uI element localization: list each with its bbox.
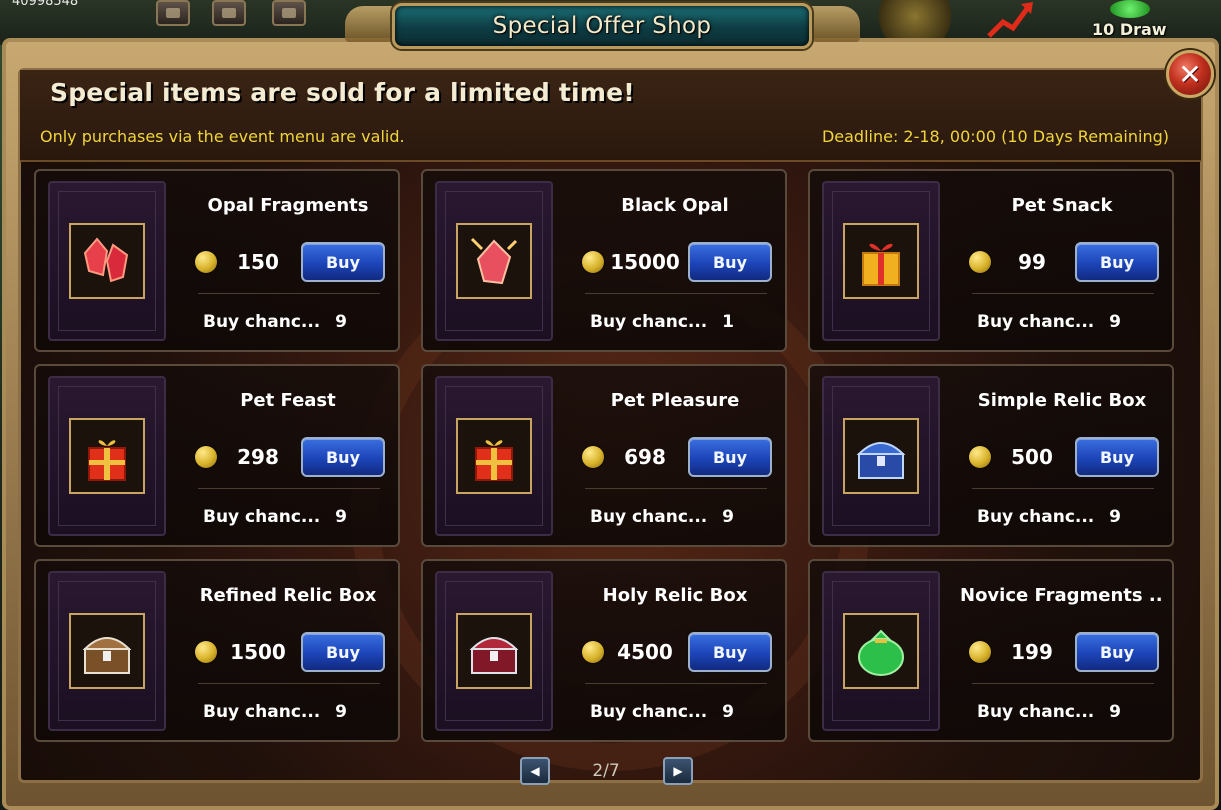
divider [972,293,1154,294]
chest-icon[interactable] [843,418,919,494]
item-name: Black Opal [621,195,729,216]
shop-note: Only purchases via the event menu are va… [40,127,405,146]
buy-chance-label: Buy chanc... [203,312,321,332]
black-opal-icon[interactable] [456,223,532,299]
buy-chance-label: Buy chanc... [977,312,1095,332]
item-price: 150 [237,250,279,274]
item-card: Novice Fragments ... 199 Buy Buy chanc..… [808,559,1174,742]
item-price: 15000 [610,250,680,274]
item-price: 298 [237,445,279,469]
item-price: 99 [1018,250,1046,274]
gift-box-icon[interactable] [843,223,919,299]
item-price: 500 [1011,445,1053,469]
gift-box-icon[interactable] [456,418,532,494]
buy-chance-label: Buy chanc... [590,312,708,332]
item-card: Refined Relic Box 1500 Buy Buy chanc... … [34,559,400,742]
item-name: Pet Feast [240,390,336,411]
buy-chance-label: Buy chanc... [203,702,321,722]
buy-button[interactable]: Buy [301,632,385,672]
divider [585,683,767,684]
buy-button[interactable]: Buy [301,242,385,282]
page-indicator: 2/7 [592,761,620,781]
buy-chance-value: 9 [722,507,734,527]
item-price: 1500 [230,640,286,664]
buy-chance-value: 9 [335,507,347,527]
item-card: Holy Relic Box 4500 Buy Buy chanc... 9 [421,559,787,742]
item-name: Refined Relic Box [199,585,377,606]
item-price: 698 [624,445,666,469]
buy-button[interactable]: Buy [1075,242,1159,282]
divider [585,293,767,294]
divider [198,488,380,489]
item-card: Black Opal 15000 Buy Buy chanc... 1 [421,169,787,352]
buy-button[interactable]: Buy [688,242,772,282]
opal-fragments-icon[interactable] [69,223,145,299]
divider [972,488,1154,489]
close-icon: ✕ [1178,57,1202,91]
hud-growth-arrow-icon[interactable] [985,0,1035,40]
item-card: Opal Fragments 150 Buy Buy chanc... 9 [34,169,400,352]
item-name: Novice Fragments ... [960,585,1164,606]
buy-chance-value: 9 [335,702,347,722]
buy-button[interactable]: Buy [1075,437,1159,477]
item-card: Simple Relic Box 500 Buy Buy chanc... 9 [808,364,1174,547]
buy-chance-label: Buy chanc... [203,507,321,527]
buy-button[interactable]: Buy [1075,632,1159,672]
chest-icon[interactable] [69,613,145,689]
item-card: Pet Snack 99 Buy Buy chanc... 9 [808,169,1174,352]
item-name: Holy Relic Box [602,585,748,606]
buy-chance-value: 9 [722,702,734,722]
buy-chance-value: 9 [335,312,347,332]
divider [198,683,380,684]
chevron-left-icon: ◀ [530,764,540,778]
item-price: 4500 [617,640,673,664]
window-title-plate: Special Offer Shop [392,3,812,49]
buy-chance-value: 1 [722,312,734,332]
buy-chance-value: 9 [1109,702,1121,722]
shop-headline: Special items are sold for a limited tim… [50,78,635,107]
shop-deadline: Deadline: 2-18, 00:00 (10 Days Remaining… [821,127,1169,146]
buy-chance-label: Buy chanc... [977,702,1095,722]
buy-chance-label: Buy chanc... [590,507,708,527]
item-name: Pet Snack [1011,195,1113,216]
item-card: Pet Pleasure 698 Buy Buy chanc... 9 [421,364,787,547]
next-page-button[interactable]: ▶ [663,757,693,785]
prev-page-button[interactable]: ◀ [520,757,550,785]
buy-chance-value: 9 [1109,312,1121,332]
window-title: Special Offer Shop [492,13,712,39]
divider [585,488,767,489]
sack-icon[interactable] [843,613,919,689]
hud-gems-icon [1110,0,1150,18]
chest-icon[interactable] [456,613,532,689]
buy-button[interactable]: Buy [688,632,772,672]
hud-menu-icon-1[interactable] [156,0,190,26]
hud-treasure-icon[interactable] [870,0,960,40]
hud-currency-number: 40998548 [12,0,79,9]
item-card: Pet Feast 298 Buy Buy chanc... 9 [34,364,400,547]
buy-chance-value: 9 [1109,507,1121,527]
buy-button[interactable]: Buy [301,437,385,477]
chevron-right-icon: ▶ [673,764,683,778]
divider [972,683,1154,684]
hud-menu-icon-2[interactable] [212,0,246,26]
buy-chance-label: Buy chanc... [590,702,708,722]
buy-chance-label: Buy chanc... [977,507,1095,527]
divider [198,293,380,294]
hud-menu-icon-3[interactable] [272,0,306,26]
item-name: Simple Relic Box [977,390,1147,411]
item-name: Opal Fragments [207,195,369,216]
item-name: Pet Pleasure [610,390,740,411]
buy-button[interactable]: Buy [688,437,772,477]
item-price: 199 [1011,640,1053,664]
hud-draw-button[interactable]: 10 Draw [1092,20,1167,39]
gift-box-icon[interactable] [69,418,145,494]
close-button[interactable]: ✕ [1166,50,1214,98]
